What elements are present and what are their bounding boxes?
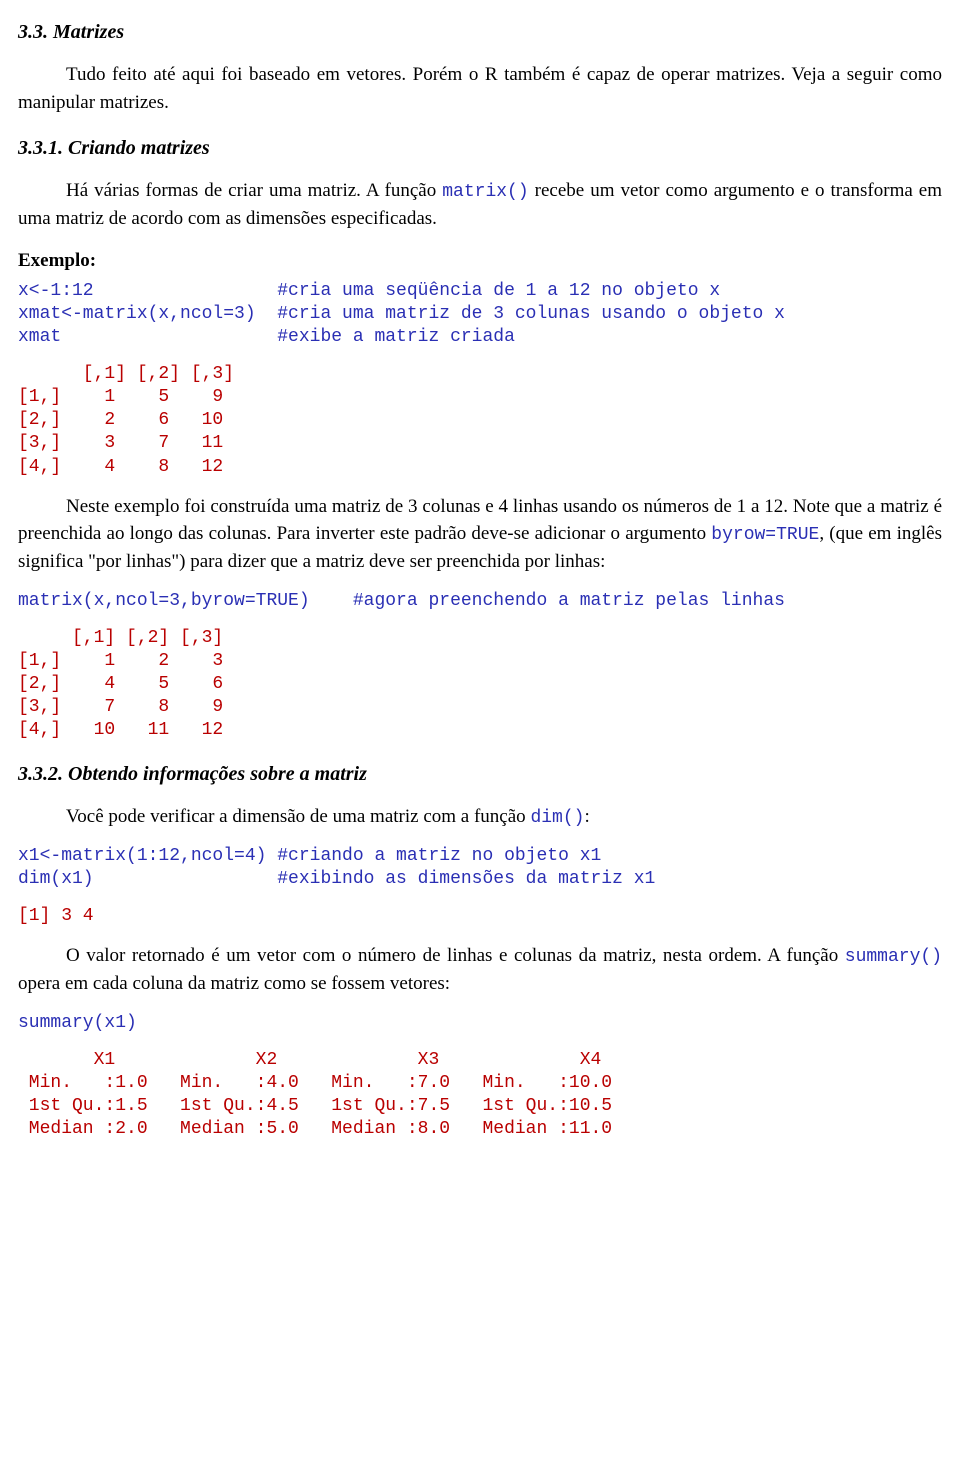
p-text: Há várias formas de criar uma matriz. A … — [66, 180, 442, 201]
section-3-3-2-p2: O valor retornado é um vetor com o númer… — [18, 942, 942, 998]
code-block-create-matrix: x<-1:12 #cria uma seqüência de 1 a 12 no… — [18, 280, 942, 349]
code-block-summary: summary(x1) — [18, 1012, 942, 1035]
inline-code-byrow: byrow=TRUE — [711, 525, 819, 545]
section-3-3-1-p1: Há várias formas de criar uma matriz. A … — [18, 177, 942, 233]
example-label: Exemplo: — [18, 247, 942, 275]
code-line: dim(x1) #exibindo as dimensões da matriz… — [18, 869, 655, 889]
output-block-matrix1: [,1] [,2] [,3] [1,] 1 5 9 [2,] 2 6 10 [3… — [18, 363, 942, 478]
section-3-3-1-heading: 3.3.1. Criando matrizes — [18, 134, 942, 163]
output-block-dim: [1] 3 4 — [18, 905, 942, 928]
section-3-3-2-heading: 3.3.2. Obtendo informações sobre a matri… — [18, 760, 942, 789]
section-3-3-1-p2: Neste exemplo foi construída uma matriz … — [18, 493, 942, 576]
inline-code-summary: summary() — [845, 947, 942, 967]
p-text: O valor retornado é um vetor com o númer… — [66, 945, 845, 966]
p-text: opera em cada coluna da matriz como se f… — [18, 973, 450, 994]
inline-code-dim: dim() — [530, 808, 584, 828]
output-block-summary: X1 X2 X3 X4 Min. :1.0 Min. :4.0 Min. :7.… — [18, 1049, 942, 1141]
section-3-3-p1: Tudo feito até aqui foi baseado em vetor… — [18, 61, 942, 116]
code-block-byrow: matrix(x,ncol=3,byrow=TRUE) #agora preen… — [18, 590, 942, 613]
section-3-3-2-p1: Você pode verificar a dimensão de uma ma… — [18, 803, 942, 831]
code-block-dim: x1<-matrix(1:12,ncol=4) #criando a matri… — [18, 845, 942, 891]
inline-code-matrix: matrix() — [442, 182, 528, 202]
code-line: xmat #exibe a matriz criada — [18, 327, 515, 347]
output-block-matrix2: [,1] [,2] [,3] [1,] 1 2 3 [2,] 4 5 6 [3,… — [18, 627, 942, 742]
p-text: : — [584, 806, 589, 827]
code-line: x<-1:12 #cria uma seqüência de 1 a 12 no… — [18, 281, 720, 301]
code-line: xmat<-matrix(x,ncol=3) #cria uma matriz … — [18, 304, 785, 324]
p-text: Você pode verificar a dimensão de uma ma… — [66, 806, 530, 827]
section-3-3-heading: 3.3. Matrizes — [18, 18, 942, 47]
code-line: x1<-matrix(1:12,ncol=4) #criando a matri… — [18, 846, 601, 866]
